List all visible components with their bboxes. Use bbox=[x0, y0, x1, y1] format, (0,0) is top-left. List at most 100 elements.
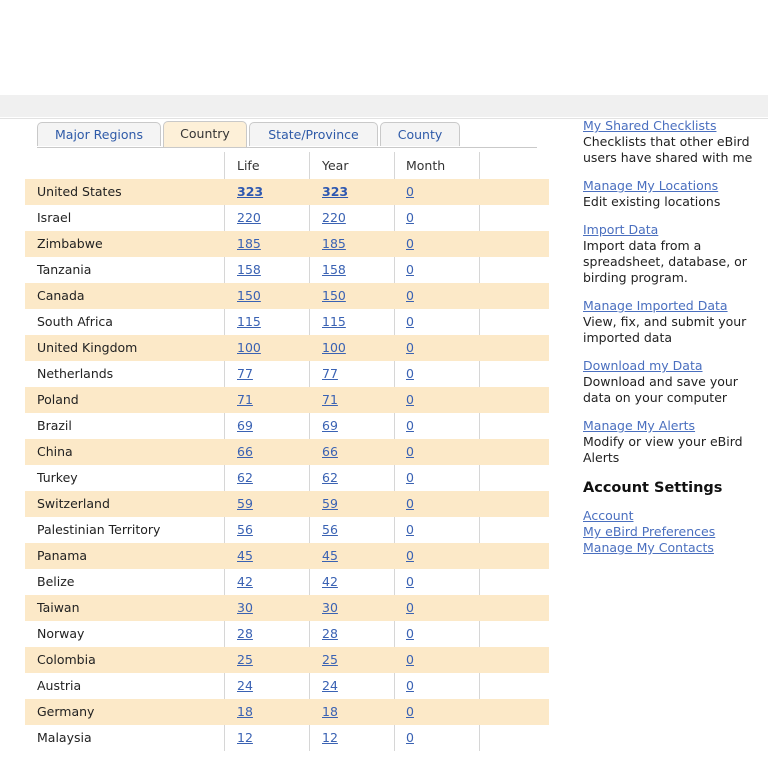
sidebar-link[interactable]: Manage Imported Data bbox=[583, 298, 728, 313]
sidebar-link-description: Import data from a spreadsheet, database… bbox=[583, 238, 747, 285]
year-count-link[interactable]: 28 bbox=[322, 621, 338, 647]
year-count-link[interactable]: 56 bbox=[322, 517, 338, 543]
year-count-link[interactable]: 25 bbox=[322, 647, 338, 673]
life-count-link[interactable]: 42 bbox=[237, 569, 253, 595]
sidebar-link[interactable]: Download my Data bbox=[583, 358, 703, 373]
month-count-link[interactable]: 0 bbox=[406, 543, 414, 569]
tab-state-province[interactable]: State/Province bbox=[249, 122, 378, 146]
sidebar-link[interactable]: Manage My Alerts bbox=[583, 418, 695, 433]
month-count-link[interactable]: 0 bbox=[406, 231, 414, 257]
year-count-link[interactable]: 62 bbox=[322, 465, 338, 491]
country-name: Austria bbox=[37, 678, 82, 693]
table-row: Turkey 62 62 0 bbox=[25, 465, 549, 491]
month-count-link[interactable]: 0 bbox=[406, 205, 414, 231]
month-count-link[interactable]: 0 bbox=[406, 179, 414, 205]
year-count-link[interactable]: 45 bbox=[322, 543, 338, 569]
life-count-link[interactable]: 323 bbox=[237, 179, 263, 205]
month-count-link[interactable]: 0 bbox=[406, 673, 414, 699]
life-count-link[interactable]: 24 bbox=[237, 673, 253, 699]
sidebar-link-description: Download and save your data on your comp… bbox=[583, 374, 738, 405]
life-count-link[interactable]: 66 bbox=[237, 439, 253, 465]
year-count-link[interactable]: 66 bbox=[322, 439, 338, 465]
account-link[interactable]: Manage My Contacts bbox=[583, 540, 714, 555]
region-tabs: Major Regions Country State/Province Cou… bbox=[37, 121, 537, 148]
month-count-link[interactable]: 0 bbox=[406, 569, 414, 595]
month-count-link[interactable]: 0 bbox=[406, 725, 414, 751]
year-count-link[interactable]: 12 bbox=[322, 725, 338, 751]
year-count-link[interactable]: 24 bbox=[322, 673, 338, 699]
life-count-link[interactable]: 158 bbox=[237, 257, 261, 283]
life-count-link[interactable]: 71 bbox=[237, 387, 253, 413]
life-count-link[interactable]: 45 bbox=[237, 543, 253, 569]
month-count-link[interactable]: 0 bbox=[406, 309, 414, 335]
year-count-link[interactable]: 71 bbox=[322, 387, 338, 413]
life-count-link[interactable]: 150 bbox=[237, 283, 261, 309]
life-count-link[interactable]: 62 bbox=[237, 465, 253, 491]
account-link[interactable]: My eBird Preferences bbox=[583, 524, 715, 539]
header-year: Year bbox=[322, 158, 349, 173]
account-link[interactable]: Account bbox=[583, 508, 633, 523]
month-count-link[interactable]: 0 bbox=[406, 647, 414, 673]
year-count-link[interactable]: 323 bbox=[322, 179, 348, 205]
month-count-link[interactable]: 0 bbox=[406, 387, 414, 413]
country-name: Poland bbox=[37, 392, 79, 407]
sidebar-link[interactable]: Import Data bbox=[583, 222, 658, 237]
month-count-link[interactable]: 0 bbox=[406, 361, 414, 387]
tab-country[interactable]: Country bbox=[163, 121, 247, 147]
year-count-link[interactable]: 59 bbox=[322, 491, 338, 517]
month-count-link[interactable]: 0 bbox=[406, 439, 414, 465]
month-count-link[interactable]: 0 bbox=[406, 621, 414, 647]
year-count-link[interactable]: 100 bbox=[322, 335, 346, 361]
country-name: United Kingdom bbox=[37, 340, 138, 355]
tab-county[interactable]: County bbox=[380, 122, 460, 146]
year-count-link[interactable]: 30 bbox=[322, 595, 338, 621]
life-count-link[interactable]: 30 bbox=[237, 595, 253, 621]
life-count-link[interactable]: 18 bbox=[237, 699, 253, 725]
month-count-link[interactable]: 0 bbox=[406, 517, 414, 543]
year-count-link[interactable]: 115 bbox=[322, 309, 346, 335]
year-count-link[interactable]: 158 bbox=[322, 257, 346, 283]
tab-major-regions[interactable]: Major Regions bbox=[37, 122, 161, 146]
life-count-link[interactable]: 28 bbox=[237, 621, 253, 647]
year-count-link[interactable]: 185 bbox=[322, 231, 346, 257]
sidebar-link-description: Modify or view your eBird Alerts bbox=[583, 434, 743, 465]
table-row: Palestinian Territory 56 56 0 bbox=[25, 517, 549, 543]
life-count-link[interactable]: 56 bbox=[237, 517, 253, 543]
year-count-link[interactable]: 42 bbox=[322, 569, 338, 595]
country-name: Germany bbox=[37, 704, 95, 719]
table-row: Malaysia 12 12 0 bbox=[25, 725, 549, 751]
sidebar-link[interactable]: My Shared Checklists bbox=[583, 118, 716, 133]
life-count-link[interactable]: 185 bbox=[237, 231, 261, 257]
life-count-link[interactable]: 77 bbox=[237, 361, 253, 387]
month-count-link[interactable]: 0 bbox=[406, 595, 414, 621]
life-count-link[interactable]: 220 bbox=[237, 205, 261, 231]
month-count-link[interactable]: 0 bbox=[406, 465, 414, 491]
sidebar-link[interactable]: Manage My Locations bbox=[583, 178, 718, 193]
table-row: United States 323 323 0 bbox=[25, 179, 549, 205]
header-month: Month bbox=[406, 158, 446, 173]
month-count-link[interactable]: 0 bbox=[406, 699, 414, 725]
life-count-link[interactable]: 115 bbox=[237, 309, 261, 335]
month-count-link[interactable]: 0 bbox=[406, 335, 414, 361]
year-count-link[interactable]: 69 bbox=[322, 413, 338, 439]
month-count-link[interactable]: 0 bbox=[406, 491, 414, 517]
table-row: Germany 18 18 0 bbox=[25, 699, 549, 725]
table-row: Colombia 25 25 0 bbox=[25, 647, 549, 673]
year-count-link[interactable]: 18 bbox=[322, 699, 338, 725]
account-links: Account My eBird Preferences Manage My Con… bbox=[583, 508, 768, 556]
year-count-link[interactable]: 77 bbox=[322, 361, 338, 387]
life-count-link[interactable]: 59 bbox=[237, 491, 253, 517]
life-count-link[interactable]: 25 bbox=[237, 647, 253, 673]
life-count-link[interactable]: 100 bbox=[237, 335, 261, 361]
year-count-link[interactable]: 150 bbox=[322, 283, 346, 309]
country-name: Norway bbox=[37, 626, 85, 641]
year-count-link[interactable]: 220 bbox=[322, 205, 346, 231]
month-count-link[interactable]: 0 bbox=[406, 413, 414, 439]
month-count-link[interactable]: 0 bbox=[406, 283, 414, 309]
account-link-row: Manage My Contacts bbox=[583, 540, 768, 556]
account-settings-heading: Account Settings bbox=[583, 480, 723, 496]
month-count-link[interactable]: 0 bbox=[406, 257, 414, 283]
life-count-link[interactable]: 69 bbox=[237, 413, 253, 439]
country-name: Palestinian Territory bbox=[37, 522, 161, 537]
life-count-link[interactable]: 12 bbox=[237, 725, 253, 751]
